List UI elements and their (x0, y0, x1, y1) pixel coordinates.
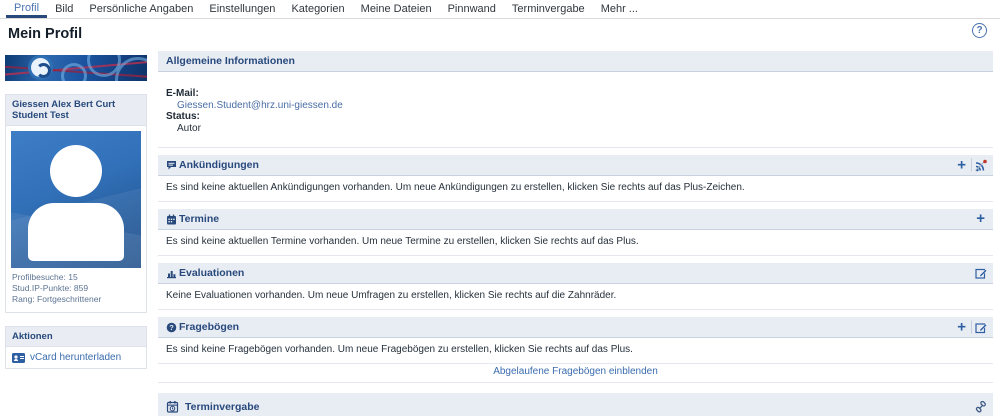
calendar-icon (166, 214, 177, 225)
profile-tab-bar: Profil Bild Persönliche Angaben Einstell… (0, 0, 1000, 19)
dates-header: Termine + (158, 209, 993, 230)
announcements-empty-text: Es sind keine aktuellen Ankündigungen vo… (158, 176, 993, 202)
stat-rank: Rang: Fortgeschrittener (12, 294, 140, 305)
section-evaluations: Evaluationen Keine Evaluationen vorhande… (158, 263, 993, 310)
announcements-header: Ankündigungen + (158, 155, 993, 176)
avatar (11, 131, 141, 268)
tab-einstellungen[interactable]: Einstellungen (201, 0, 283, 18)
tab-bild[interactable]: Bild (47, 0, 81, 18)
profile-name: Giessen Alex Bert Curt Student Test (6, 95, 146, 126)
main-column: Allgemeine Informationen E-Mail: Giessen… (158, 51, 993, 416)
profile-stats: Profilbesuche: 15 Stud.IP-Punkte: 859 Ra… (11, 268, 141, 307)
tab-persoenliche-angaben[interactable]: Persönliche Angaben (81, 0, 201, 18)
dates-empty-text: Es sind keine aktuellen Termine vorhande… (158, 230, 993, 256)
bar-chart-icon (166, 268, 177, 279)
email-label: E-Mail: (166, 88, 985, 100)
add-announcement-button[interactable]: + (955, 160, 968, 170)
questionnaires-empty-text: Es sind keine Fragebögen vorhanden. Um n… (158, 338, 993, 364)
email-link[interactable]: Giessen.Student@hrz.uni-giessen.de (177, 100, 343, 111)
tab-mehr[interactable]: Mehr ... (593, 0, 646, 18)
page-title: Mein Profil (8, 26, 1000, 42)
questionnaires-header: ? Fragebögen + (158, 317, 993, 338)
appointments-header: Terminvergabe (158, 393, 993, 416)
actions-widget: Aktionen vCard herunterladen (5, 326, 147, 369)
stat-visits: Profilbesuche: 15 (12, 272, 140, 283)
question-circle-icon: ? (166, 322, 177, 333)
stat-points: Stud.IP-Punkte: 859 (12, 283, 140, 294)
announcement-icon (166, 160, 177, 171)
sidebar: Giessen Alex Bert Curt Student Test Prof… (5, 51, 147, 369)
section-dates: Termine + Es sind keine aktuellen Termin… (158, 209, 993, 256)
status-label: Status: (166, 111, 985, 123)
tab-terminvergabe[interactable]: Terminvergabe (504, 0, 593, 18)
section-announcements: Ankündigungen + Es sind keine aktuellen … (158, 155, 993, 202)
questionnaires-title: Fragebögen (179, 321, 239, 333)
status-value: Autor (166, 123, 985, 135)
tab-kategorien[interactable]: Kategorien (283, 0, 352, 18)
add-date-button[interactable]: + (974, 214, 987, 224)
show-expired-questionnaires-link[interactable]: Abgelaufene Fragebögen einblenden (493, 366, 658, 377)
profile-banner-image (5, 55, 147, 81)
evaluations-title: Evaluationen (179, 267, 244, 279)
actions-header: Aktionen (6, 327, 146, 347)
svg-text:?: ? (169, 323, 174, 332)
content-area: Giessen Alex Bert Curt Student Test Prof… (0, 51, 1000, 416)
tab-profil[interactable]: Profil (6, 0, 47, 18)
help-icon[interactable]: ? (972, 23, 987, 38)
general-info-header: Allgemeine Informationen (158, 51, 993, 72)
tab-meine-dateien[interactable]: Meine Dateien (353, 0, 440, 18)
add-questionnaire-button[interactable]: + (955, 322, 968, 332)
section-general-info: Allgemeine Informationen E-Mail: Giessen… (158, 51, 993, 148)
evaluations-header: Evaluationen (158, 263, 993, 284)
evaluations-empty-text: Keine Evaluationen vorhanden. Um neue Um… (158, 284, 993, 310)
profile-card: Giessen Alex Bert Curt Student Test Prof… (5, 94, 147, 313)
announcements-title: Ankündigungen (179, 159, 259, 171)
appointments-title: Terminvergabe (185, 401, 260, 413)
edit-questionnaires-icon[interactable] (975, 321, 987, 333)
calendar-clock-icon (166, 400, 179, 413)
section-appointments: Terminvergabe (158, 393, 993, 416)
dates-title: Termine (179, 213, 219, 225)
section-questionnaires: ? Fragebögen + Es sind keine Fragebögen … (158, 317, 993, 383)
link-icon[interactable] (975, 401, 987, 413)
general-info-title: Allgemeine Informationen (166, 55, 295, 67)
tab-pinnwand[interactable]: Pinnwand (440, 0, 504, 18)
vcard-download-link[interactable]: vCard herunterladen (30, 352, 121, 363)
vcard-icon (12, 353, 25, 363)
rss-feed-icon[interactable] (975, 159, 987, 171)
edit-evaluations-icon[interactable] (975, 267, 987, 279)
